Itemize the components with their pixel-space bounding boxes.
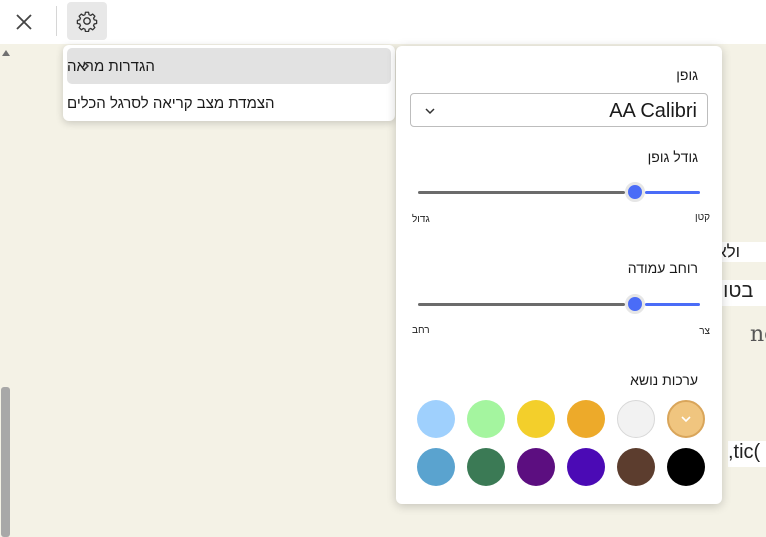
font-size-min-label: קטן bbox=[694, 212, 710, 223]
slider-thumb[interactable] bbox=[625, 294, 646, 314]
slider-track-remaining bbox=[645, 303, 700, 306]
column-width-min-label: צר bbox=[699, 326, 710, 337]
theme-swatch[interactable] bbox=[667, 448, 705, 486]
document-text-fragment: ne i bbox=[750, 322, 766, 347]
slider-thumb[interactable] bbox=[625, 182, 646, 202]
theme-swatch[interactable] bbox=[467, 448, 505, 486]
chevron-right-icon bbox=[83, 61, 90, 71]
theme-swatch[interactable] bbox=[517, 400, 555, 438]
toolbar-divider bbox=[56, 6, 57, 36]
font-size-label: גודל גופן bbox=[647, 149, 698, 165]
slider-track-filled bbox=[418, 191, 626, 194]
vertical-scrollbar[interactable] bbox=[0, 44, 12, 537]
theme-swatch[interactable] bbox=[617, 448, 655, 486]
font-label: גופן bbox=[676, 67, 698, 83]
themes-label: ערכות נושא bbox=[630, 372, 698, 388]
settings-menu: הגדרות מראה הצמדת מצב קריאה לסרגל הכלים bbox=[63, 45, 395, 121]
theme-swatch[interactable] bbox=[417, 400, 455, 438]
font-size-slider[interactable] bbox=[418, 182, 700, 202]
theme-swatch[interactable] bbox=[617, 400, 655, 438]
gear-icon bbox=[76, 11, 98, 32]
menu-item-label: הצמדת מצב קריאה לסרגל הכלים bbox=[67, 94, 275, 112]
theme-swatch[interactable] bbox=[667, 400, 705, 438]
column-width-max-label: רחב bbox=[412, 325, 430, 336]
slider-track-filled bbox=[418, 303, 626, 306]
appearance-settings-panel: גופן AA Calibri גודל גופן קטן גדול רוחב … bbox=[396, 46, 722, 504]
column-width-slider[interactable] bbox=[418, 294, 700, 314]
font-size-max-label: גדול bbox=[412, 214, 430, 225]
theme-swatch[interactable] bbox=[467, 400, 505, 438]
settings-button[interactable] bbox=[67, 2, 107, 40]
theme-swatch[interactable] bbox=[517, 448, 555, 486]
checkmark-icon bbox=[681, 416, 691, 423]
close-icon bbox=[16, 14, 32, 30]
slider-track-remaining bbox=[645, 191, 700, 194]
scroll-thumb[interactable] bbox=[1, 387, 10, 537]
scroll-up-arrow-icon[interactable] bbox=[1, 48, 11, 58]
chevron-down-icon bbox=[425, 108, 435, 115]
theme-swatch[interactable] bbox=[567, 448, 605, 486]
document-text-fragment: ,tic( bbox=[728, 441, 766, 467]
theme-swatch[interactable] bbox=[567, 400, 605, 438]
font-dropdown-value: AA Calibri bbox=[609, 100, 697, 122]
top-toolbar bbox=[0, 0, 766, 44]
menu-item-appearance-settings[interactable]: הגדרות מראה bbox=[67, 48, 391, 84]
menu-item-pin-reading-mode[interactable]: הצמדת מצב קריאה לסרגל הכלים bbox=[67, 85, 391, 121]
theme-swatch[interactable] bbox=[417, 448, 455, 486]
font-dropdown[interactable]: AA Calibri bbox=[410, 93, 708, 127]
close-button[interactable] bbox=[10, 8, 38, 36]
column-width-label: רוחב עמודה bbox=[627, 260, 698, 276]
